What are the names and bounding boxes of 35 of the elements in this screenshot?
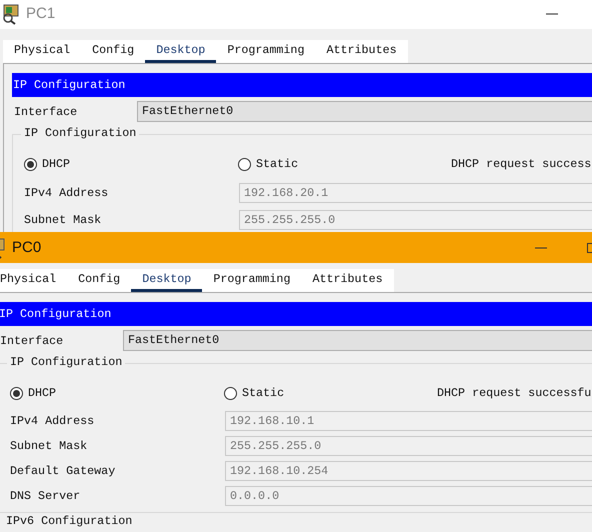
section-title: IPv6 Configuration xyxy=(0,512,592,528)
field-label: Subnet Mask xyxy=(10,438,88,452)
field-label: Default Gateway xyxy=(10,464,116,478)
field-label: Subnet Mask xyxy=(24,212,102,226)
field-label: DNS Server xyxy=(10,488,82,502)
section-header: IP Configuration xyxy=(12,73,592,97)
interface-dropdown[interactable]: FastEthernet0 xyxy=(123,330,592,351)
interface-dropdown[interactable]: FastEthernet0 xyxy=(137,101,592,122)
radio-button[interactable]: DHCP xyxy=(24,157,238,171)
tab[interactable]: Desktop xyxy=(145,40,216,63)
window-title: PC1 xyxy=(26,5,56,22)
tab[interactable]: Config xyxy=(81,40,146,63)
status-text: DHCP request successfu xyxy=(437,386,592,400)
field-label: IPv4 Address xyxy=(10,414,96,428)
radio-button[interactable]: Static xyxy=(238,157,451,171)
tab[interactable]: Physical xyxy=(0,269,68,292)
minimize-icon[interactable] xyxy=(535,246,547,248)
field-label: Interface xyxy=(0,334,64,348)
group-title: IP Configuration xyxy=(21,126,140,140)
radio-button[interactable]: Static xyxy=(224,386,437,400)
field-label: IPv4 Address xyxy=(24,186,110,200)
tab[interactable]: Config xyxy=(67,269,132,292)
window-title: PC0 xyxy=(12,239,42,256)
status-text: DHCP request success xyxy=(451,157,592,171)
tab[interactable]: Programming xyxy=(202,269,302,292)
tab[interactable]: Programming xyxy=(216,40,316,63)
tab[interactable]: Physical xyxy=(3,40,82,63)
minimize-icon[interactable] xyxy=(546,12,558,14)
field-label: Interface xyxy=(13,104,78,118)
section-header: IP Configuration xyxy=(0,302,592,326)
group-title: IP Configuration xyxy=(7,355,126,369)
tab[interactable]: Attributes xyxy=(301,269,394,292)
tab[interactable]: Desktop xyxy=(131,269,202,292)
radio-button[interactable]: DHCP xyxy=(10,386,224,400)
tab[interactable]: Attributes xyxy=(315,40,408,63)
